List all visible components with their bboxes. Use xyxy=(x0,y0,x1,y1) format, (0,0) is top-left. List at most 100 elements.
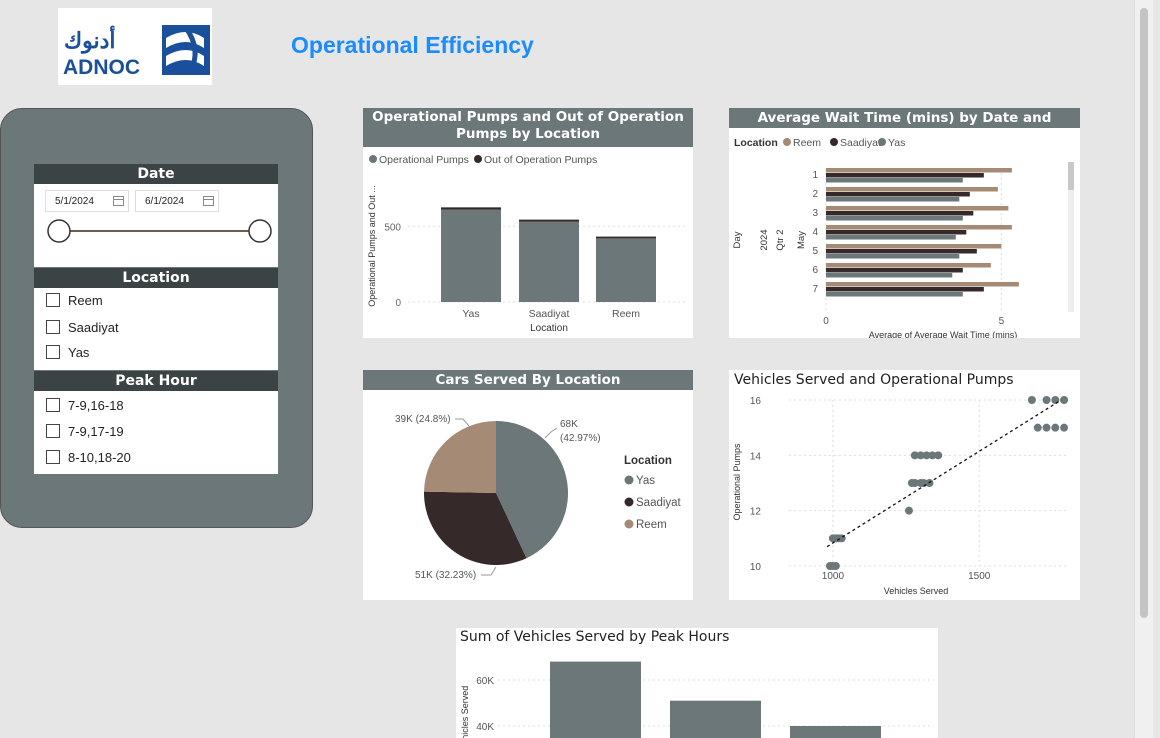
x-tick-label: 1500 xyxy=(968,571,991,582)
data-label: 51K (32.23%) xyxy=(415,570,476,581)
y-tick-label: 4 xyxy=(812,227,818,238)
wait-bar xyxy=(826,263,991,268)
wait-bar xyxy=(826,254,960,259)
scatter-point xyxy=(1033,423,1042,432)
wait-bar xyxy=(826,292,963,297)
scatter-point xyxy=(904,506,913,515)
peak-hour-slicer: Peak Hour 7-9,16-18 7-9,17-19 8-10,18-20 xyxy=(34,371,278,474)
x-tick-label: Reem xyxy=(612,308,640,320)
page-scrollbar[interactable] xyxy=(1134,0,1153,738)
peak-hour-bar xyxy=(550,661,641,738)
calendar-icon[interactable] xyxy=(113,196,124,206)
legend-marker xyxy=(474,155,482,163)
date-slicer-header: Date xyxy=(34,164,278,184)
bar-operational xyxy=(519,221,579,302)
legend-label: Reem xyxy=(636,519,667,531)
wait-bar xyxy=(826,173,984,178)
y-tick-label: 14 xyxy=(750,451,762,462)
y-tick-label: 10 xyxy=(750,562,762,573)
wait-bar xyxy=(826,187,998,192)
y-tick-label: 3 xyxy=(812,208,818,219)
chart-title: Average Wait Time (mins) by Date and Loc… xyxy=(729,108,1080,146)
hierarchy-label: Qtr 2 xyxy=(775,229,786,250)
location-option-reem[interactable]: Reem xyxy=(46,292,103,310)
data-label: 39K (24.8%) xyxy=(395,414,451,425)
scrollbar-thumb[interactable] xyxy=(1140,8,1148,618)
bar-out-of-operation xyxy=(596,236,656,239)
y-tick-label: 40K xyxy=(476,722,494,733)
legend-label: Yas xyxy=(636,475,655,487)
vehicles-pumps-card[interactable]: Vehicles Served and Operational Pumps 10… xyxy=(729,370,1080,600)
chart-title: Sum of Vehicles Served by Peak Hours xyxy=(460,629,730,645)
data-label: (42.97%) xyxy=(560,433,601,444)
wait-bar xyxy=(826,282,1019,287)
peak-hour-option[interactable]: 7-9,17-19 xyxy=(46,423,124,441)
legend-marker xyxy=(624,497,634,507)
peak-hours-chart[interactable]: 40K 60K Vehicles Served xyxy=(456,648,938,738)
slider-end-handle[interactable] xyxy=(248,219,272,243)
location-option-saadiyat[interactable]: Saadiyat xyxy=(46,319,119,337)
leader-line xyxy=(481,566,497,576)
pumps-chart[interactable]: Operational Pumps Out of Operation Pumps 0… xyxy=(363,146,693,338)
legend-label: Reem xyxy=(793,137,821,149)
location-option-yas[interactable]: Yas xyxy=(46,344,89,362)
x-tick-label: 5 xyxy=(999,316,1005,327)
checkbox[interactable] xyxy=(46,424,60,438)
wait-bar xyxy=(826,230,967,235)
scatter-point xyxy=(1060,396,1069,404)
checkbox[interactable] xyxy=(46,345,60,359)
bar-operational xyxy=(596,238,656,302)
y-tick-label: 2 xyxy=(812,189,818,200)
slider-start-handle[interactable] xyxy=(47,219,71,243)
leader-line xyxy=(455,418,470,427)
checkbox[interactable] xyxy=(46,450,60,464)
x-axis-label: Average of Average Wait Time (mins) xyxy=(869,330,1017,338)
logo-arabic: أدنوك xyxy=(64,25,116,54)
y-tick-label: 500 xyxy=(384,222,401,233)
wait-bar xyxy=(826,197,960,202)
start-date-input[interactable]: 5/1/2024 xyxy=(45,190,129,212)
pumps-by-location-card[interactable]: Operational Pumps and Out of Operation P… xyxy=(363,108,693,338)
chart-title: Cars Served By Location xyxy=(363,370,693,390)
wait-bar xyxy=(826,225,1012,230)
wait-bar xyxy=(826,178,963,183)
scatter-point xyxy=(831,562,840,570)
legend-marker xyxy=(783,138,791,146)
adnoc-logo: أدنوك ADNOC xyxy=(58,8,212,85)
cars-served-card[interactable]: Cars Served By Location 68K (42.97%) 51K (… xyxy=(363,370,693,600)
date-range-slider[interactable] xyxy=(34,216,278,246)
checkbox[interactable] xyxy=(46,293,60,307)
legend-marker xyxy=(878,138,886,146)
wait-bar xyxy=(826,216,963,221)
y-tick-label: 12 xyxy=(750,507,762,518)
scatter-point xyxy=(934,451,943,460)
bar-out-of-operation xyxy=(441,207,501,210)
peak-hour-bar xyxy=(790,726,881,738)
legend-title: Location xyxy=(734,137,778,149)
checkbox[interactable] xyxy=(46,398,60,412)
hierarchy-label: 2024 xyxy=(759,229,770,250)
x-tick-label: 0 xyxy=(823,316,829,327)
peak-hours-card[interactable]: Sum of Vehicles Served by Peak Hours 40K… xyxy=(456,628,938,738)
y-tick-label: 0 xyxy=(395,298,401,309)
y-axis-label: Operational Pumps and Out ... xyxy=(367,185,377,307)
wait-bar xyxy=(826,235,956,240)
legend-label: Out of Operation Pumps xyxy=(484,154,597,166)
calendar-icon[interactable] xyxy=(203,196,214,206)
chart-title: Vehicles Served and Operational Pumps xyxy=(734,372,1014,388)
wait-bar xyxy=(826,249,977,254)
end-date-value: 6/1/2024 xyxy=(145,196,184,207)
wait-time-chart[interactable]: Location Reem Saadiyat Yas 0 5 Average of Aver… xyxy=(729,128,1080,338)
peak-hour-option[interactable]: 7-9,16-18 xyxy=(46,397,124,415)
y-axis-label: Vehicles Served xyxy=(460,686,470,738)
checkbox[interactable] xyxy=(46,320,60,334)
wait-time-card[interactable]: Average Wait Time (mins) by Date and Loc… xyxy=(729,108,1080,338)
scatter-point xyxy=(1042,423,1051,432)
cars-served-pie[interactable]: 68K (42.97%) 51K (32.23%) 39K (24.8%) Locati… xyxy=(363,390,693,600)
logo-symbol-icon xyxy=(162,25,210,75)
end-date-input[interactable]: 6/1/2024 xyxy=(135,190,219,212)
x-tick-label: Yas xyxy=(462,308,479,320)
legend-label: Operational Pumps xyxy=(379,154,469,166)
peak-hour-option[interactable]: 8-10,18-20 xyxy=(46,449,131,467)
vehicles-pumps-scatter[interactable]: 10 12 14 16 1000 1500 Vehicles Served Operation… xyxy=(729,390,1080,600)
